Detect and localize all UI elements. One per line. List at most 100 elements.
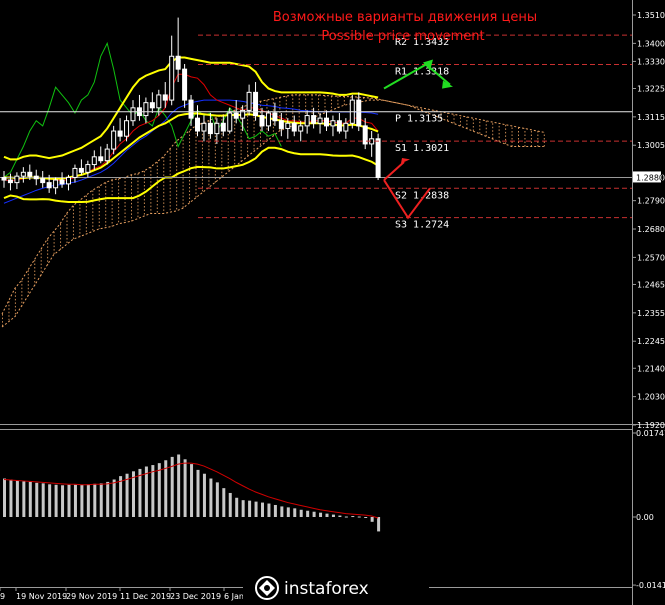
candle-body bbox=[143, 102, 149, 117]
candle-body bbox=[259, 115, 265, 127]
current-price-marker: 1.2880 bbox=[633, 171, 664, 183]
candle-body bbox=[149, 102, 155, 109]
y-tick-label: 1.3400 bbox=[637, 39, 665, 48]
macd-histogram-bar bbox=[351, 516, 355, 518]
candle-body bbox=[156, 94, 162, 109]
candle-body bbox=[124, 120, 130, 137]
candle-body bbox=[375, 138, 381, 178]
candle-body bbox=[117, 130, 123, 137]
macd-histogram-bar bbox=[273, 504, 277, 517]
candle-body bbox=[27, 171, 33, 177]
logo-mark-icon bbox=[255, 576, 279, 600]
price-chart: R3 1.3615R2 1.3432R1 1.3318P 1.3135S1 1.… bbox=[0, 0, 665, 605]
y-tick-label: 1.3005 bbox=[637, 141, 665, 150]
y-tick-label: 1.2680 bbox=[637, 225, 665, 234]
candle-body bbox=[265, 112, 271, 127]
candle-body bbox=[53, 179, 59, 189]
y-tick-label: 1.2140 bbox=[637, 364, 665, 373]
macd-histogram-bar bbox=[41, 483, 45, 517]
y-tick-label: 1.3115 bbox=[637, 113, 665, 122]
candle-body bbox=[304, 115, 310, 127]
y-tick-label: 1.2355 bbox=[637, 309, 665, 318]
y-tick-label: 1.2570 bbox=[637, 253, 665, 262]
macd-histogram-bar bbox=[190, 464, 194, 517]
candle-body bbox=[33, 175, 39, 180]
candle-body bbox=[195, 117, 200, 132]
macd-histogram-bar bbox=[22, 481, 26, 517]
y-tick-label: 1.3225 bbox=[637, 84, 665, 93]
macd-histogram-bar bbox=[119, 476, 123, 517]
macd-histogram-bar bbox=[61, 485, 65, 517]
candle-body bbox=[72, 167, 78, 178]
candle bbox=[375, 133, 381, 181]
candle-body bbox=[356, 99, 362, 127]
candle-body bbox=[66, 176, 71, 185]
level-label-r3: R3 1.3615 bbox=[395, 0, 449, 1]
macd-histogram-bar bbox=[106, 481, 110, 517]
logo-text: instaforex bbox=[284, 579, 369, 599]
macd-histogram-bar bbox=[357, 516, 361, 518]
x-tick-label: 9 bbox=[0, 592, 5, 601]
candle-body bbox=[233, 112, 239, 119]
candle-body bbox=[169, 55, 175, 101]
candle-body bbox=[317, 117, 323, 124]
candle-body bbox=[291, 122, 297, 132]
candle-body bbox=[130, 107, 136, 122]
macd-histogram-bar bbox=[3, 478, 6, 517]
level-label-s3: S3 1.2724 bbox=[395, 220, 449, 231]
level-label-p: P 1.3135 bbox=[395, 114, 443, 125]
macd-histogram-bar bbox=[54, 484, 58, 517]
macd-histogram-bar bbox=[377, 517, 381, 532]
macd-histogram-bar bbox=[338, 515, 342, 517]
candle-body bbox=[214, 122, 220, 135]
candle-body bbox=[59, 179, 65, 185]
macd-histogram-bar bbox=[35, 482, 39, 517]
macd-histogram-bar bbox=[254, 501, 258, 517]
macd-histogram-bar bbox=[67, 484, 71, 517]
candle-body bbox=[278, 120, 284, 129]
candle-body bbox=[272, 112, 278, 122]
title-en: Possible price movement bbox=[321, 29, 484, 44]
macd-histogram-bar bbox=[151, 465, 155, 517]
candle-body bbox=[40, 178, 46, 184]
macd-histogram-bar bbox=[293, 508, 297, 517]
candle-body bbox=[207, 122, 213, 135]
candle-body bbox=[98, 156, 104, 162]
y-tick-label: 1.2030 bbox=[637, 393, 665, 402]
candle-body bbox=[78, 167, 84, 173]
macd-histogram-bar bbox=[248, 500, 252, 517]
macd-histogram-bar bbox=[235, 497, 239, 517]
current-price-label: 1.2880 bbox=[636, 173, 664, 182]
instaforex-logo: instaforex bbox=[243, 572, 429, 605]
title-ru: Возможные варианты движения цены bbox=[273, 10, 537, 25]
y-tick-label: 1.2465 bbox=[637, 280, 665, 289]
macd-histogram-bar bbox=[15, 480, 19, 517]
x-tick-label: 19 Nov 2019 bbox=[16, 592, 67, 601]
candle-body bbox=[285, 122, 291, 129]
macd-y-tick-label: 0.00 bbox=[636, 513, 654, 522]
macd-histogram-bar bbox=[86, 484, 90, 517]
macd-histogram-bar bbox=[228, 492, 232, 517]
candle-body bbox=[246, 91, 252, 111]
y-tick-label: 1.3510 bbox=[637, 11, 665, 20]
y-tick-label: 1.2245 bbox=[637, 337, 665, 346]
macd-histogram-bar bbox=[73, 484, 77, 517]
candle-body bbox=[336, 120, 342, 132]
macd-histogram-bar bbox=[325, 513, 329, 517]
macd-y-tick-label: -0.01416 bbox=[636, 581, 665, 590]
candle-body bbox=[330, 120, 336, 127]
candle-body bbox=[20, 171, 26, 177]
candle-body bbox=[46, 182, 52, 189]
candle-body bbox=[7, 179, 13, 184]
macd-histogram-bar bbox=[364, 517, 368, 518]
macd-histogram-bar bbox=[112, 479, 116, 517]
candle-body bbox=[85, 164, 91, 173]
macd-histogram-bar bbox=[9, 479, 13, 517]
candle-body bbox=[188, 99, 194, 119]
macd-histogram-bar bbox=[261, 502, 264, 517]
y-tick-label: 1.2790 bbox=[637, 197, 665, 206]
macd-histogram-bar bbox=[202, 473, 206, 517]
x-tick-label: 29 Nov 2019 bbox=[66, 592, 117, 601]
macd-histogram-bar bbox=[28, 481, 32, 517]
macd-histogram-bar bbox=[344, 516, 348, 518]
